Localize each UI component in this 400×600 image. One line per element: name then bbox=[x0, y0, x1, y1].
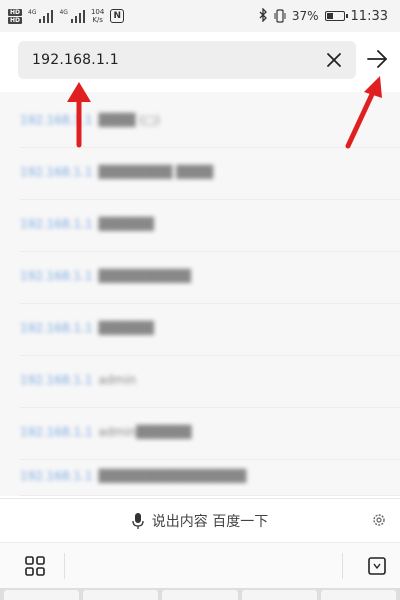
network-speed-unit: K/s bbox=[92, 16, 103, 24]
suggestion-ip: 192.168.1.1 bbox=[20, 217, 93, 231]
bluetooth-icon bbox=[258, 6, 268, 25]
suggestion-text: ██████████ bbox=[98, 269, 191, 283]
network-type-sim2: 4G bbox=[59, 9, 68, 16]
suggestion-text: ████████████████ bbox=[98, 469, 247, 483]
network-speed-value: 104 bbox=[90, 8, 105, 16]
battery-percent: 37% bbox=[291, 9, 319, 23]
gear-icon[interactable] bbox=[372, 513, 386, 527]
suggestion-item[interactable]: 192.168.1.1 ██████ bbox=[0, 300, 400, 356]
suggestion-item[interactable]: 192.168.1.1 admin bbox=[0, 352, 400, 408]
suggestion-ip: 192.168.1.1 bbox=[20, 469, 93, 483]
microphone-icon bbox=[132, 513, 144, 529]
close-icon[interactable] bbox=[326, 52, 342, 68]
keyboard-key[interactable] bbox=[4, 590, 80, 600]
suggestion-item[interactable]: 192.168.1.1 ████████████████ bbox=[0, 456, 400, 496]
keyboard-key[interactable] bbox=[83, 590, 159, 600]
keyboard-keys-row bbox=[0, 588, 400, 600]
suggestion-text: admin bbox=[98, 373, 137, 387]
hd-badge-2: HD bbox=[8, 16, 23, 24]
suggestion-item[interactable]: 192.168.1.1 ██████ bbox=[0, 196, 400, 252]
toolbar-divider bbox=[342, 553, 343, 579]
vibrate-icon bbox=[274, 9, 286, 23]
suggestion-text: admin██████ bbox=[98, 425, 192, 439]
nfc-icon: N bbox=[110, 9, 125, 23]
address-bar-row: 192.168.1.1 bbox=[0, 32, 400, 92]
status-right: 37% 11:33 bbox=[258, 6, 388, 25]
voice-search-label: 说出内容 百度一下 bbox=[151, 514, 269, 530]
suggestion-ip: 192.168.1.1 bbox=[20, 425, 93, 439]
suggestion-ip: 192.168.1.1 bbox=[20, 269, 93, 283]
voice-search-bar[interactable]: 说出内容 百度一下 bbox=[0, 498, 400, 543]
suggestion-ip: 192.168.1.1 bbox=[20, 321, 93, 335]
suggestion-ip: 192.168.1.1 bbox=[20, 373, 93, 387]
clock: 11:33 bbox=[350, 8, 388, 24]
suggestion-text: ██████ bbox=[98, 321, 154, 335]
suggestion-ip: 192.168.1.1 bbox=[20, 165, 93, 179]
network-type-sim1: 4G bbox=[28, 9, 37, 16]
keyboard-key[interactable] bbox=[162, 590, 238, 600]
url-input-value[interactable]: 192.168.1.1 bbox=[32, 52, 119, 68]
grid-icon[interactable] bbox=[24, 555, 46, 577]
suggestion-text: ████ (□) bbox=[98, 113, 160, 127]
suggestion-item[interactable]: 192.168.1.1 admin██████ bbox=[0, 404, 400, 460]
hd-badge-1: HD bbox=[8, 8, 23, 16]
suggestion-text: ████████ ████ bbox=[98, 165, 214, 179]
signal-icon-sim1: 4G bbox=[28, 9, 54, 23]
battery-fill bbox=[326, 13, 333, 19]
signal-icon-sim2: 4G bbox=[59, 9, 85, 23]
url-input[interactable]: 192.168.1.1 bbox=[18, 41, 356, 79]
status-bar: HD HD 4G 4G 104 K/s N 37% 11:33 bbox=[0, 0, 400, 32]
network-speed: 104 K/s bbox=[91, 8, 104, 24]
hd-badges: HD HD bbox=[8, 8, 23, 24]
status-left: HD HD 4G 4G 104 K/s N bbox=[8, 8, 125, 24]
suggestion-text: ██████ bbox=[98, 217, 154, 231]
keyboard-key[interactable] bbox=[241, 590, 317, 600]
toolbar-divider bbox=[64, 553, 65, 579]
suggestion-item[interactable]: 192.168.1.1 ██████████ bbox=[0, 248, 400, 304]
battery-icon bbox=[324, 11, 348, 21]
suggestion-ip: 192.168.1.1 bbox=[20, 113, 93, 127]
keyboard-key[interactable] bbox=[320, 590, 397, 600]
keyboard-toolbar bbox=[0, 542, 400, 589]
arrow-right-icon[interactable] bbox=[366, 48, 388, 70]
keyboard-hide-icon[interactable] bbox=[366, 555, 388, 577]
suggestion-item[interactable]: 192.168.1.1 ████ (□) bbox=[0, 92, 400, 148]
suggestion-item[interactable]: 192.168.1.1 ████████ ████ bbox=[0, 144, 400, 200]
suggestion-list: 192.168.1.1 ████ (□) 192.168.1.1 ████████ … bbox=[0, 92, 400, 496]
